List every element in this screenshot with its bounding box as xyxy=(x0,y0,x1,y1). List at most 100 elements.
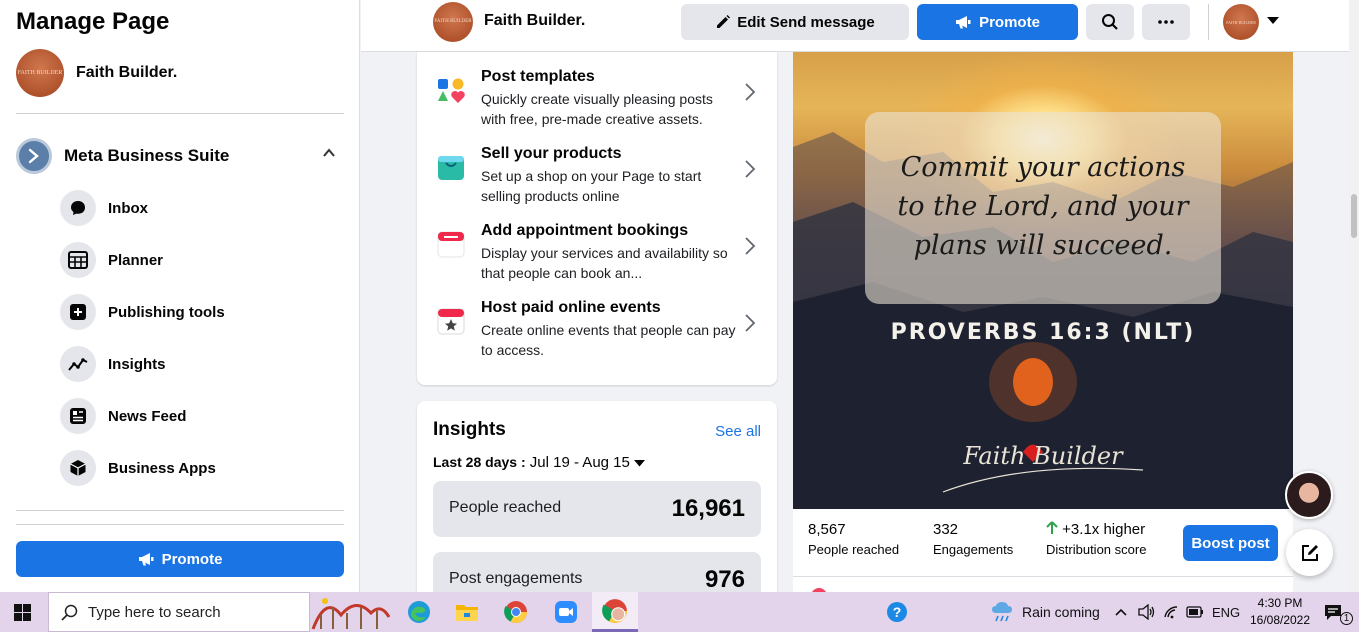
sidebar-item-business-apps[interactable]: Business Apps xyxy=(60,450,225,486)
meta-business-suite-icon xyxy=(16,138,52,174)
speaker-icon[interactable] xyxy=(1138,592,1156,632)
metric-label: People reached xyxy=(449,499,562,516)
tool-description: Quickly create visually pleasing posts w… xyxy=(481,91,713,127)
tool-title: Add appointment bookings xyxy=(481,222,689,239)
manage-page-sidebar: Manage Page FAITH BUILDER Faith Builder.… xyxy=(0,0,360,592)
megaphone-icon xyxy=(138,552,154,566)
sidebar-item-planner[interactable]: Planner xyxy=(60,242,225,278)
tool-appointment-bookings[interactable]: Add appointment bookings Display your se… xyxy=(437,222,757,286)
tool-paid-online-events[interactable]: Host paid online events Create online ev… xyxy=(437,299,757,363)
date-range-value: Jul 19 - Aug 15 xyxy=(529,454,630,471)
help-icon[interactable]: ? xyxy=(882,598,912,626)
language-indicator[interactable]: ENG xyxy=(1212,592,1240,632)
notification-center[interactable]: 1 xyxy=(1324,592,1353,632)
sidebar-item-publishing-tools[interactable]: Publishing tools xyxy=(60,294,225,330)
cube-icon xyxy=(60,450,96,486)
stat-people-reached: 8,567 People reached xyxy=(808,521,899,557)
caret-down-icon[interactable] xyxy=(1267,14,1279,28)
battery-icon[interactable] xyxy=(1186,592,1204,632)
shopping-bag-icon xyxy=(437,153,465,181)
chevron-right-icon xyxy=(743,313,757,333)
divider xyxy=(16,113,344,114)
promote-label: Promote xyxy=(979,13,1040,31)
sidebar-item-label: Publishing tools xyxy=(108,303,225,321)
chat-contact-avatar[interactable] xyxy=(1285,471,1333,519)
sidebar-item-insights[interactable]: Insights xyxy=(60,346,225,382)
sidebar-promote-button[interactable]: Promote xyxy=(16,541,344,577)
sidebar-title: Manage Page xyxy=(16,8,170,35)
stat-label: People reached xyxy=(808,542,900,557)
stat-value: +3.1x higher xyxy=(1062,521,1146,538)
page-header: FAITH BUILDER Faith Builder. Edit Send m… xyxy=(361,0,1349,52)
header-page-avatar[interactable]: FAITH BUILDER xyxy=(433,2,473,42)
post-image[interactable]: Commit your actions to the Lord, and you… xyxy=(793,52,1293,509)
promote-label: Promote xyxy=(161,550,223,568)
windows-start-icon[interactable] xyxy=(14,604,31,621)
weather-text: Rain coming xyxy=(1022,604,1100,620)
edge-browser-icon[interactable] xyxy=(404,598,434,626)
megaphone-icon xyxy=(955,15,971,29)
tool-sell-products[interactable]: Sell your products Set up a shop on your… xyxy=(437,145,757,209)
weather-widget[interactable]: Rain coming xyxy=(990,592,1100,632)
wifi-icon[interactable] xyxy=(1163,592,1179,632)
tool-description: Set up a shop on your Page to start sell… xyxy=(481,168,702,204)
stat-label: Engagements xyxy=(933,542,1014,557)
search-icon xyxy=(61,604,78,621)
stat-value: 332 xyxy=(933,521,959,538)
new-message-button[interactable] xyxy=(1286,529,1333,576)
event-star-icon xyxy=(437,307,465,335)
tray-chevron-up-icon[interactable] xyxy=(1115,592,1127,632)
scrollbar-thumb[interactable] xyxy=(1351,194,1357,238)
taskbar-search-box[interactable]: Type here to search xyxy=(48,592,391,632)
more-dots-icon xyxy=(1158,20,1174,24)
notification-count: 1 xyxy=(1340,611,1353,625)
business-suite-nav: Inbox Planner Publishing tools Insights … xyxy=(60,190,225,502)
rain-cloud-icon xyxy=(990,601,1014,623)
publishing-tools-icon xyxy=(60,294,96,330)
edit-send-message-button[interactable]: Edit Send message xyxy=(681,4,909,40)
sidebar-item-inbox[interactable]: Inbox xyxy=(60,190,225,226)
search-icon xyxy=(1101,13,1119,31)
chevron-up-icon[interactable] xyxy=(322,146,336,163)
chrome-profile-icon xyxy=(602,598,627,623)
tool-post-templates[interactable]: Post templates Quickly create visually p… xyxy=(437,68,757,132)
taskbar-clock[interactable]: 4:30 PM 16/08/2022 xyxy=(1244,595,1316,629)
zoom-icon[interactable] xyxy=(551,598,581,626)
taskbar-search-placeholder: Type here to search xyxy=(88,603,221,621)
sidebar-item-news-feed[interactable]: News Feed xyxy=(60,398,225,434)
page-avatar: FAITH BUILDER xyxy=(16,49,64,97)
page-scrollbar[interactable] xyxy=(1349,0,1359,592)
metric-value: 976 xyxy=(704,566,745,593)
see-all-link[interactable]: See all xyxy=(715,423,761,440)
insights-title: Insights xyxy=(433,419,506,440)
search-button[interactable] xyxy=(1086,4,1134,40)
image-signature: Faith Builder xyxy=(963,442,1123,470)
more-options-button[interactable] xyxy=(1142,4,1190,40)
divider xyxy=(16,510,344,511)
file-explorer-icon[interactable] xyxy=(452,598,482,626)
sidebar-item-label: Business Apps xyxy=(108,459,216,477)
boost-post-button[interactable]: Boost post xyxy=(1183,525,1278,561)
chrome-icon[interactable] xyxy=(501,598,531,626)
divider xyxy=(16,524,344,525)
metric-label: Post engagements xyxy=(449,570,583,587)
header-promote-button[interactable]: Promote xyxy=(917,4,1078,40)
date-range-selector[interactable]: Last 28 days : Jul 19 - Aug 15 xyxy=(433,454,646,471)
sidebar-item-label: Insights xyxy=(108,355,166,373)
meta-business-suite-toggle[interactable]: Meta Business Suite xyxy=(16,138,344,174)
tool-description: Create online events that people can pay… xyxy=(481,322,736,358)
post-stats: 8,567 People reached 332 Engagements +3.… xyxy=(793,509,1293,577)
stat-distribution-score: +3.1x higher Distribution score xyxy=(1046,521,1146,557)
sidebar-page-name: Faith Builder. xyxy=(76,64,178,81)
sidebar-page-profile[interactable]: FAITH BUILDER Faith Builder. xyxy=(16,49,177,97)
metric-value: 16,961 xyxy=(671,495,745,522)
chevron-right-icon xyxy=(743,159,757,179)
metric-people-reached[interactable]: People reached 16,961 xyxy=(433,481,761,537)
header-page-name[interactable]: Faith Builder. xyxy=(484,12,585,30)
chat-bubble-icon xyxy=(60,190,96,226)
sidebar-item-label: Inbox xyxy=(108,199,148,217)
chrome-active-window[interactable] xyxy=(592,592,638,632)
edit-send-message-label: Edit Send message xyxy=(737,13,875,31)
account-avatar[interactable]: FAITH BUILDER xyxy=(1223,4,1259,40)
sidebar-item-label: Planner xyxy=(108,251,164,269)
